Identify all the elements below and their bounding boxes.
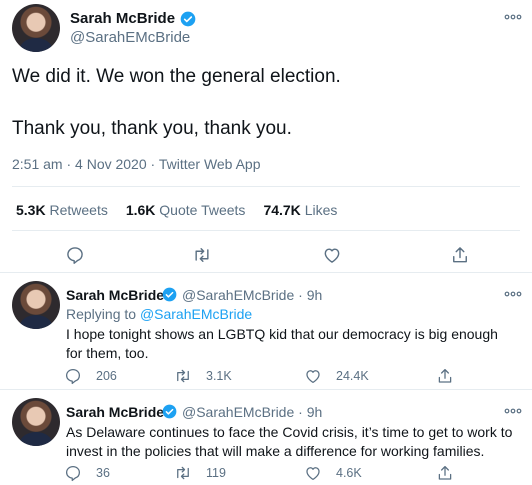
replying-to-link[interactable]: @SarahEMcBride	[140, 306, 252, 322]
likes-stat[interactable]: 74.7K Likes	[263, 202, 337, 218]
reply-text: As Delaware continues to face the Covid …	[66, 424, 513, 459]
reply-tweet[interactable]: Sarah McBride @SarahEMcBride · 9h As Del…	[0, 390, 532, 485]
divider	[12, 186, 520, 187]
like-icon[interactable]	[304, 464, 322, 482]
reply-count: 36	[96, 466, 110, 480]
like-icon[interactable]	[304, 367, 322, 385]
reply-icon[interactable]	[64, 367, 82, 385]
reply-action[interactable]: 206	[64, 367, 174, 385]
tweet-text: We did it. We won the general election. …	[12, 64, 512, 142]
replying-to: Replying to @SarahEMcBride	[66, 306, 253, 322]
retweet-count: 3.1K	[206, 369, 232, 383]
tweet-text-line: We did it. We won the general election.	[12, 66, 341, 87]
author-name[interactable]: Sarah McBride	[66, 404, 164, 420]
share-icon[interactable]	[436, 367, 454, 385]
retweets-stat[interactable]: 5.3K Retweets	[16, 202, 108, 218]
retweet-count: 119	[206, 466, 226, 480]
verified-badge-icon	[162, 404, 177, 419]
main-tweet: Sarah McBride @SarahEMcBride We did it. …	[0, 0, 532, 273]
reply-icon[interactable]	[65, 245, 85, 265]
share-icon[interactable]	[450, 245, 470, 265]
like-count: 4.6K	[336, 466, 362, 480]
author-handle[interactable]: @SarahEMcBride	[70, 29, 190, 46]
avatar[interactable]	[12, 281, 60, 329]
quote-tweets-stat[interactable]: 1.6K Quote Tweets	[126, 202, 246, 218]
retweet-icon[interactable]	[174, 367, 192, 385]
reply-icon[interactable]	[64, 464, 82, 482]
like-action[interactable]: 4.6K	[304, 464, 436, 482]
reply-text: I hope tonight shows an LGBTQ kid that o…	[66, 326, 498, 361]
avatar[interactable]	[12, 398, 60, 446]
author-name[interactable]: Sarah McBride	[70, 10, 175, 27]
author-handle-time[interactable]: @SarahEMcBride · 9h	[182, 287, 322, 303]
like-icon[interactable]	[322, 245, 342, 265]
like-action[interactable]: 24.4K	[304, 367, 436, 385]
more-options-icon[interactable]	[504, 14, 522, 20]
like-count: 24.4K	[336, 369, 369, 383]
reply-action-bar: 36 119 4.6K	[64, 464, 454, 482]
retweet-action[interactable]: 119	[174, 464, 304, 482]
divider	[12, 230, 520, 231]
share-icon[interactable]	[436, 464, 454, 482]
retweet-icon[interactable]	[192, 245, 212, 265]
author-name[interactable]: Sarah McBride	[66, 287, 164, 303]
author-handle-time[interactable]: @SarahEMcBride · 9h	[182, 404, 322, 420]
more-options-icon[interactable]	[504, 408, 522, 414]
engagement-stats: 5.3K Retweets 1.6K Quote Tweets 74.7K Li…	[16, 202, 337, 218]
verified-badge-icon	[162, 287, 177, 302]
more-options-icon[interactable]	[504, 291, 522, 297]
tweet-text-line: Thank you, thank you, thank you.	[12, 118, 292, 139]
reply-count: 206	[96, 369, 117, 383]
reply-action-bar: 206 3.1K 24.4K	[64, 367, 454, 385]
avatar[interactable]	[12, 4, 60, 52]
reply-tweet[interactable]: Sarah McBride @SarahEMcBride · 9h Replyi…	[0, 273, 532, 390]
reply-action[interactable]: 36	[64, 464, 174, 482]
retweet-action[interactable]: 3.1K	[174, 367, 304, 385]
tweet-timestamp[interactable]: 2:51 am · 4 Nov 2020 · Twitter Web App	[12, 156, 261, 172]
verified-badge-icon	[180, 11, 196, 27]
retweet-icon[interactable]	[174, 464, 192, 482]
